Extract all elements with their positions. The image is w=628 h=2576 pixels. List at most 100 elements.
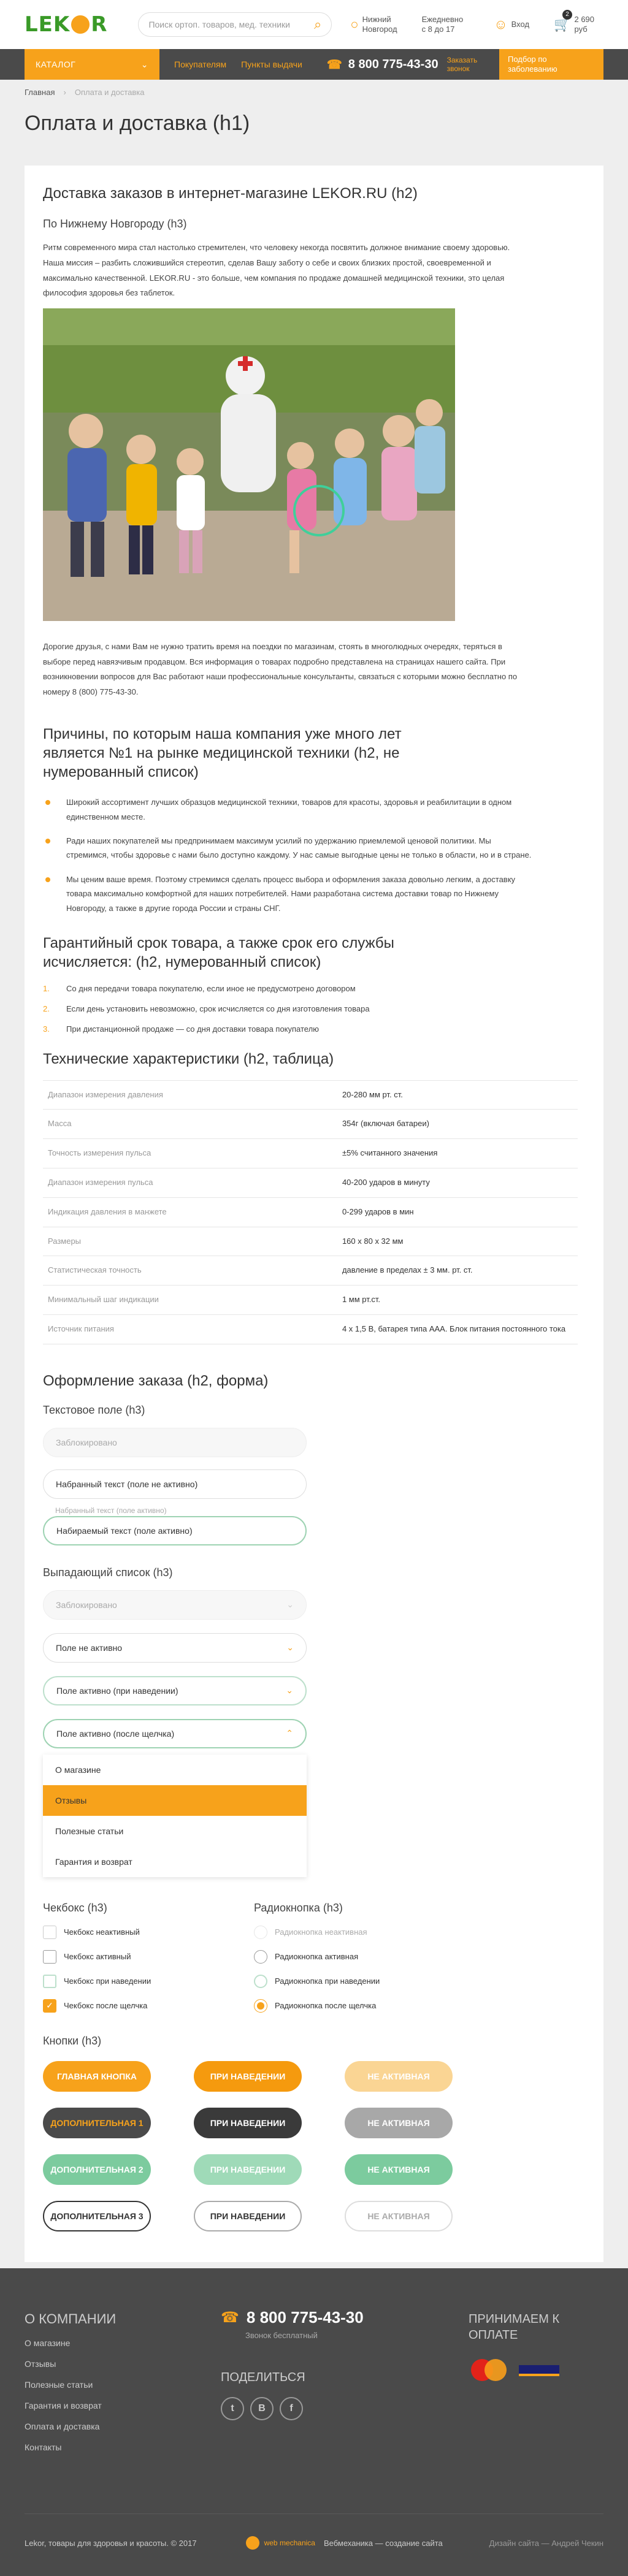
spec-value: 20-280 мм рт. ст. — [337, 1080, 578, 1110]
checkbox-checked[interactable]: ✓ Чекбокс после щелчка — [43, 1999, 254, 2013]
twitter-icon[interactable]: t — [221, 2397, 244, 2420]
spec-label: Минимальный шаг индикации — [43, 1285, 337, 1315]
city-line1: Нижний — [362, 15, 391, 25]
footer-link[interactable]: Оплата и доставка — [25, 2422, 116, 2431]
kids-photo-illustration — [43, 308, 455, 621]
text-field-inactive[interactable]: Набранный текст (поле не активно) — [43, 1469, 307, 1499]
footer-payment: ПРИНИМАЕМ К ОПЛАТЕ — [469, 2311, 591, 2382]
dropdown-option[interactable]: О магазине — [43, 1755, 307, 1785]
list-text: Если день установить невозможно, срок ис… — [66, 1004, 370, 1014]
secondary2-button[interactable]: Дополнительная 2 — [43, 2154, 151, 2185]
visa-icon — [519, 2365, 559, 2376]
primary-button-disabled: Не активная — [345, 2060, 453, 2092]
checkbox-hover[interactable]: Чекбокс при наведении — [43, 1974, 254, 1988]
secondary2-button-hover[interactable]: При наведении — [194, 2154, 302, 2185]
cart-total: 2 690 руб — [574, 15, 595, 34]
sun-logo-icon — [71, 15, 90, 34]
footer-about-heading: О КОМПАНИИ — [25, 2311, 117, 2326]
secondary1-button[interactable]: Дополнительная 1 — [43, 2107, 151, 2138]
footer-share-heading: ПОДЕЛИТЬСЯ — [221, 2371, 305, 2384]
catalog-button[interactable]: КАТАЛОГ ⌄ — [25, 49, 159, 80]
checkbox-label: Чекбокс при наведении — [64, 1976, 151, 1986]
list-text: Со дня передачи товара покупателю, если … — [66, 984, 356, 994]
secondary3-button-hover[interactable]: При наведении — [194, 2200, 302, 2231]
social-links: t B f — [221, 2397, 364, 2420]
developer-text[interactable]: Вебмеханика — создание сайта — [324, 2539, 443, 2548]
table-row: Источник питания 4 x 1,5 В, батарея типа … — [43, 1314, 578, 1344]
secondary2-button-disabled: Не активная — [345, 2154, 453, 2185]
callback-link[interactable]: Заказать звонок — [447, 56, 490, 74]
heading-checkbox: Чекбокс (h3) — [43, 1901, 107, 1914]
nav-link-pickup[interactable]: Пункты выдачи — [241, 59, 302, 69]
breadcrumb-home[interactable]: Главная — [25, 88, 55, 97]
breadcrumb: Главная › Оплата и доставка — [0, 80, 628, 104]
footer-link[interactable]: Полезные статьи — [25, 2380, 116, 2390]
facebook-icon[interactable]: f — [280, 2397, 303, 2420]
designer-credit[interactable]: Дизайн сайта — Андрей Чекин — [489, 2539, 603, 2548]
list-number: 2. — [43, 1004, 50, 1014]
dropdown-inactive[interactable]: Поле не активно ⌄ — [43, 1633, 307, 1663]
navbar: КАТАЛОГ ⌄ Покупателям Пункты выдачи ☎ 8 … — [0, 49, 628, 80]
footer-link[interactable]: О магазине — [25, 2338, 116, 2348]
phone-icon: ☎ — [326, 58, 342, 72]
radio-checked[interactable]: Радиокнопка после щелчка — [254, 1999, 465, 2013]
secondary1-button-hover[interactable]: При наведении — [194, 2107, 302, 2138]
logo[interactable]: LEK R — [25, 12, 107, 37]
radio-hover[interactable]: Радиокнопка при наведении — [254, 1974, 465, 1988]
dropdown-option[interactable]: Полезные статьи — [43, 1816, 307, 1846]
radio[interactable] — [254, 1999, 267, 2013]
kids-photo — [43, 308, 455, 621]
spec-value: 160 x 80 x 32 мм — [337, 1226, 578, 1256]
chevron-down-icon: ⌄ — [286, 1599, 294, 1610]
disease-selection-button[interactable]: Подбор по заболеванию — [499, 49, 603, 80]
radio-inactive[interactable]: Радиокнопка неактивная — [254, 1925, 465, 1939]
city-selector[interactable]: ○ Нижний Новгород — [350, 15, 397, 34]
developer-logo[interactable]: web mechanica — [245, 2536, 315, 2550]
dropdown-hover[interactable]: Поле активно (при наведении) ⌄ — [43, 1675, 307, 1705]
dropdown-open[interactable]: Поле активно (после щелчка) ⌃ — [43, 1718, 307, 1748]
radio-active[interactable]: Радиокнопка активная — [254, 1949, 465, 1964]
primary-button-hover[interactable]: При наведении — [194, 2060, 302, 2092]
spec-label: Точность измерения пульса — [43, 1138, 337, 1168]
spec-label: Масса — [43, 1109, 337, 1139]
catalog-label: КАТАЛОГ — [36, 59, 76, 69]
table-row: Масса 354г (включая батареи) — [43, 1109, 578, 1139]
dropdown-option[interactable]: Гарантия и возврат — [43, 1846, 307, 1877]
list-item: 3. При дистанционной продаже — со дня дос… — [43, 1024, 585, 1034]
radio[interactable] — [254, 1949, 267, 1964]
table-row: Статистическая точность давление в предел… — [43, 1256, 578, 1286]
heading-buttons: Кнопки (h3) — [43, 2034, 102, 2047]
payment-logos — [469, 2358, 591, 2382]
nav-phone[interactable]: ☎ 8 800 775-43-30 — [327, 57, 438, 72]
dropdown-option-selected[interactable]: Отзывы — [43, 1785, 307, 1816]
radio[interactable] — [254, 1974, 267, 1988]
checkbox-active[interactable]: Чекбокс активный — [43, 1949, 254, 1964]
text-field-active[interactable]: Набираемый текст (поле активно) — [43, 1515, 307, 1545]
checkbox[interactable] — [43, 1974, 56, 1988]
vk-icon[interactable]: B — [250, 2397, 274, 2420]
secondary3-button[interactable]: Дополнительная 3 — [43, 2200, 151, 2231]
check-icon[interactable]: ✓ — [43, 1999, 56, 2013]
checkbox-group: Чекбокс (h3) Чекбокс неактивный Чекбокс … — [43, 1902, 254, 2013]
search-icon[interactable]: ⌕ — [314, 17, 321, 32]
primary-button[interactable]: Главная кнопка — [43, 2060, 151, 2092]
checkbox-inactive[interactable]: Чекбокс неактивный — [43, 1925, 254, 1939]
checkbox[interactable] — [43, 1925, 56, 1939]
list-item: Ради наших покупателей мы предпринимаем … — [43, 834, 534, 863]
cart-button[interactable]: 🛒 2 2 690 руб — [554, 10, 603, 34]
copyright: Lekor, товары для здоровья и красоты. © … — [25, 2538, 197, 2548]
footer-link[interactable]: Отзывы — [25, 2359, 116, 2369]
text-field-disabled: Заблокировано — [43, 1427, 307, 1457]
breadcrumb-separator: › — [63, 87, 66, 97]
spec-label: Источник питания — [43, 1314, 337, 1344]
footer-phone[interactable]: ☎ 8 800 775-43-30 — [221, 2308, 364, 2327]
table-row: Точность измерения пульса ±5% считанного … — [43, 1138, 578, 1168]
footer-link[interactable]: Гарантия и возврат — [25, 2401, 116, 2410]
spec-value: 1 мм рт.ст. — [337, 1285, 578, 1315]
footer-link[interactable]: Контакты — [25, 2442, 116, 2452]
search-input[interactable]: Поиск ортоп. товаров, мед. техники ⌕ — [138, 12, 332, 37]
checkbox[interactable] — [43, 1949, 56, 1964]
nav-link-customers[interactable]: Покупателям — [174, 59, 226, 69]
radio[interactable] — [254, 1925, 267, 1939]
login-link[interactable]: ☺ Вход — [494, 17, 529, 32]
